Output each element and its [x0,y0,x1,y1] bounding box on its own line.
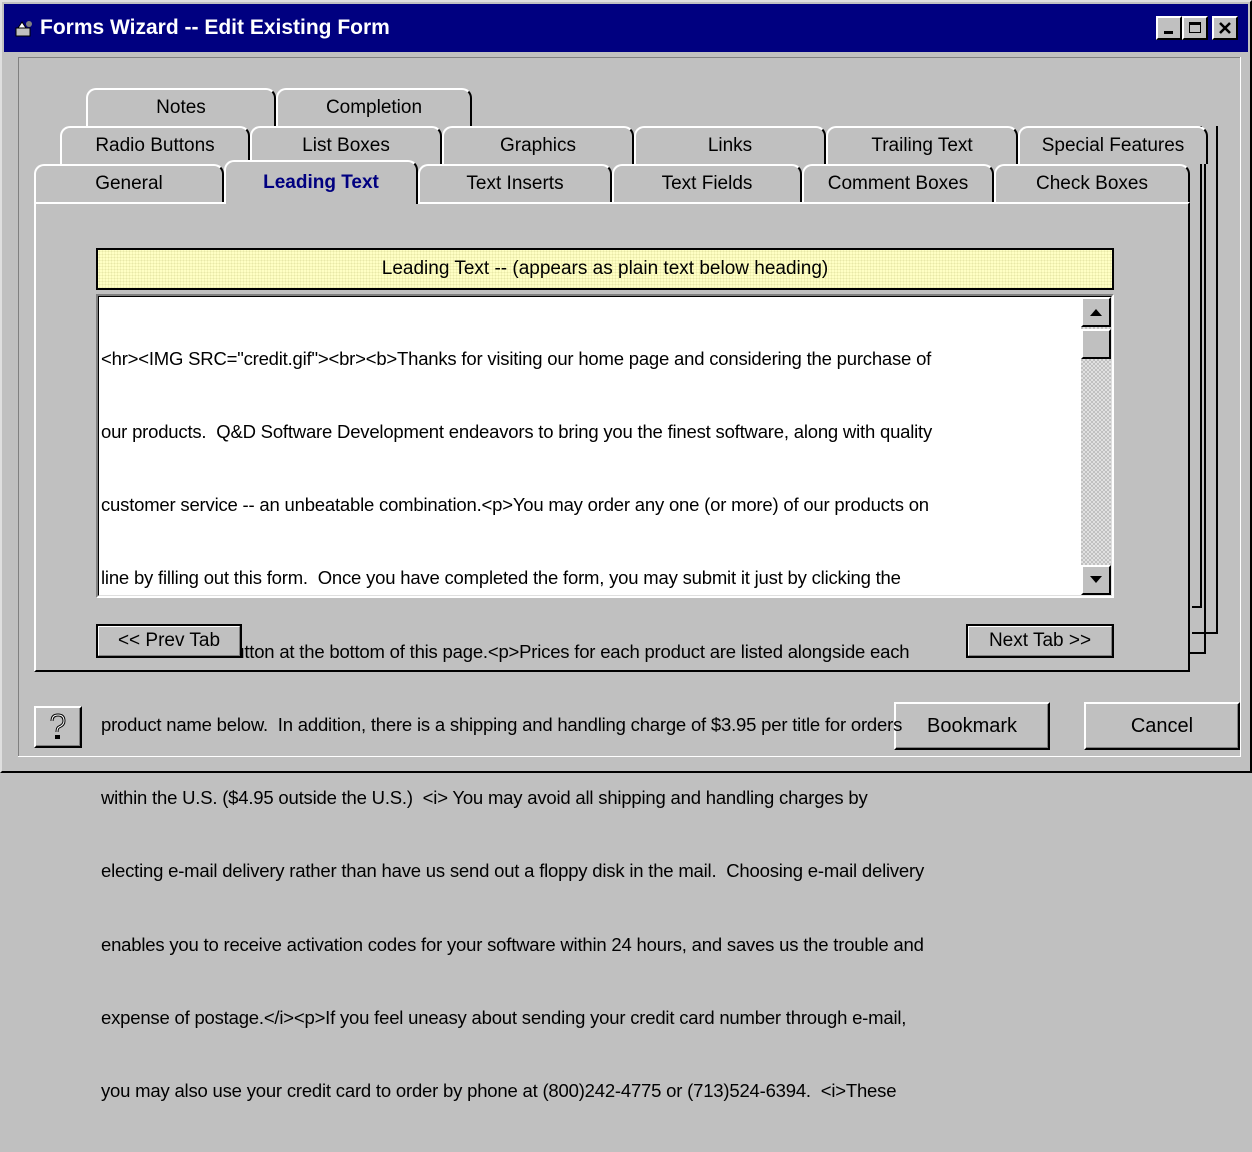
scroll-up-button[interactable] [1081,297,1111,327]
help-button[interactable] [34,706,82,748]
text-line: our products. Q&D Software Development e… [101,421,933,443]
cancel-button[interactable]: Cancel [1084,702,1240,750]
title-bar[interactable]: Forms Wizard -- Edit Existing Form [4,4,1248,52]
tab-trailing-text[interactable]: Trailing Text [826,126,1018,164]
tab-text-fields[interactable]: Text Fields [612,164,802,202]
leading-text-content[interactable]: <hr><IMG SRC="credit.gif"><br><b>Thanks … [101,298,1079,1152]
tab-radio-buttons[interactable]: Radio Buttons [60,126,250,164]
tab-label: Notes [156,97,206,118]
text-line: customer service -- an unbeatable combin… [101,494,929,516]
text-line: you may also use your credit card to ord… [101,1080,897,1101]
text-line: line by filling out this form. Once you … [101,567,901,589]
text-line: electing e-mail delivery rather than hav… [101,860,925,882]
leading-text-heading: Leading Text -- (appears as plain text b… [96,248,1114,290]
close-icon [1219,22,1231,34]
vertical-scrollbar[interactable] [1081,297,1111,595]
tab-label: Links [707,135,753,156]
minimize-icon [1164,31,1173,34]
frame-left [18,57,19,757]
text-line: <i>'Submit'</i> button at the bottom of … [101,640,910,662]
minimize-button[interactable] [1156,16,1182,40]
maximize-button[interactable] [1182,16,1208,40]
tab-label: Trailing Text [871,135,973,156]
frame-right [1240,57,1241,757]
text-line: enables you to receive activation codes … [101,933,924,955]
tab-label: Comment Boxes [827,173,969,194]
scroll-down-button[interactable] [1081,565,1111,595]
tab-text-inserts[interactable]: Text Inserts [418,164,612,202]
tab-label: Radio Buttons [95,135,215,156]
arrow-up-icon [1090,309,1102,316]
tab-comment-boxes[interactable]: Comment Boxes [802,164,994,202]
maximize-icon [1189,22,1201,33]
tab-list-boxes[interactable]: List Boxes [250,126,442,164]
tab-links[interactable]: Links [634,126,826,164]
text-line: <hr><IMG SRC="credit.gif"><br><b>Thanks … [101,347,932,369]
prev-tab-button[interactable]: << Prev Tab [96,624,242,658]
heading-label: Leading Text -- (appears as plain text b… [381,258,829,279]
next-tab-button[interactable]: Next Tab >> [966,624,1114,658]
frame-top [18,57,1240,58]
tab-label: List Boxes [302,135,390,156]
close-button[interactable] [1212,16,1238,40]
text-line: expense of postage.</i><p>If you feel un… [101,1006,907,1028]
tab-label: Leading Text [263,172,379,193]
tab-label: Graphics [499,135,577,156]
prev-tab-label: << Prev Tab [117,630,221,651]
tab-leading-text[interactable]: Leading Text [224,160,418,204]
window-title: Forms Wizard -- Edit Existing Form [40,16,390,39]
tab-label: Check Boxes [1036,173,1148,194]
tab-check-boxes[interactable]: Check Boxes [994,164,1190,202]
tab-label: Special Features [1041,135,1185,156]
arrow-down-icon [1090,576,1102,583]
tab-label: Completion [325,97,423,118]
tab-general[interactable]: General [34,164,224,202]
textarea-border: <hr><IMG SRC="credit.gif"><br><b>Thanks … [98,296,1112,1101]
forms-wizard-window: Forms Wizard -- Edit Existing Form Notes… [0,0,1252,1101]
tab-completion[interactable]: Completion [276,88,472,126]
leading-text-textarea[interactable]: <hr><IMG SRC="credit.gif"><br><b>Thanks … [96,294,1114,1101]
tab-notes[interactable]: Notes [86,88,276,126]
tab-label: General [95,173,163,194]
wizard-app-icon [15,21,32,37]
help-question-icon [50,713,66,739]
scroll-thumb[interactable] [1081,329,1111,359]
text-line: product name below. In addition, there i… [101,713,903,735]
tab-page-back-1 [1190,164,1206,654]
next-tab-label: Next Tab >> [988,630,1092,651]
tab-label: Text Fields [661,173,753,194]
tab-special-features[interactable]: Special Features [1018,126,1208,164]
tab-label: Text Inserts [466,173,564,194]
cancel-label: Cancel [1130,714,1194,737]
tab-graphics[interactable]: Graphics [442,126,634,164]
text-line: within the U.S. ($4.95 outside the U.S.)… [101,787,868,809]
